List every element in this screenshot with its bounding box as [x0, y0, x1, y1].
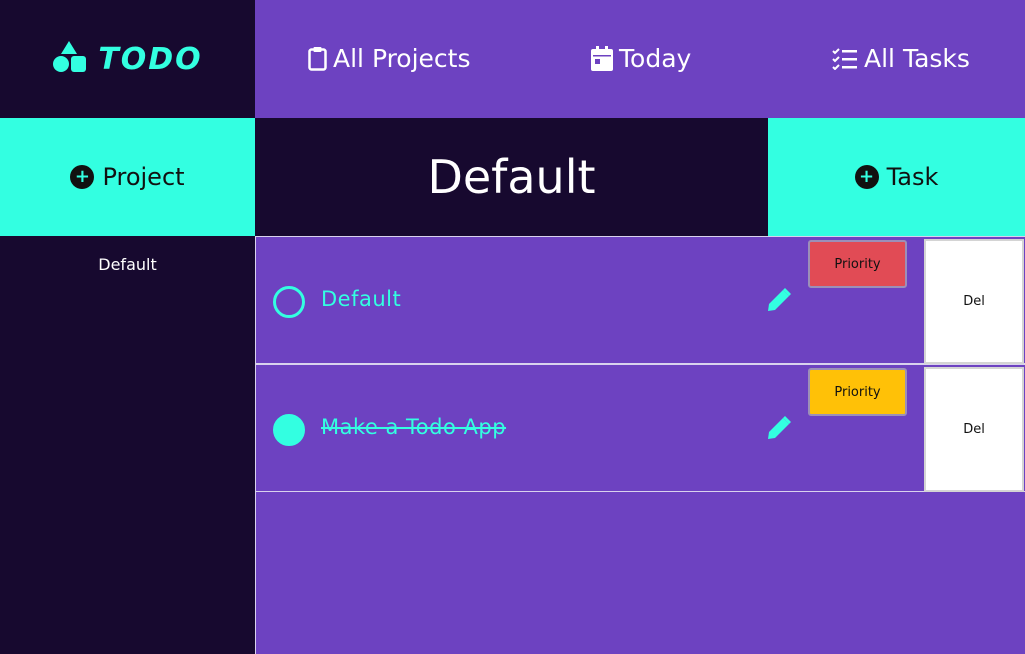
- page-title: Default: [427, 150, 596, 204]
- calendar-icon: [591, 46, 613, 71]
- priority-button[interactable]: Priority: [808, 240, 907, 288]
- logo-text: TODO: [98, 41, 203, 77]
- plus-circle-icon: +: [70, 165, 95, 189]
- task-title: Default: [321, 287, 402, 311]
- task-checkbox[interactable]: [273, 286, 305, 318]
- nav-today[interactable]: Today: [591, 44, 691, 73]
- nav-today-label: Today: [619, 44, 692, 73]
- logo: TODO: [0, 0, 255, 118]
- add-task-label: Task: [886, 163, 939, 191]
- sidebar: TODO + Project Default: [0, 0, 255, 654]
- clipboard-icon: [308, 46, 327, 71]
- task-checkbox[interactable]: [273, 414, 305, 446]
- nav-all-projects[interactable]: All Projects: [308, 44, 471, 73]
- add-project-label: Project: [102, 163, 185, 191]
- project-title-box: Default: [255, 118, 768, 236]
- project-list: Default: [0, 236, 255, 292]
- delete-button[interactable]: Del: [924, 239, 1024, 364]
- shapes-logo-icon: [52, 41, 87, 77]
- delete-button[interactable]: Del: [924, 367, 1024, 492]
- add-task-button[interactable]: + Task: [768, 118, 1025, 236]
- nav-all-tasks-label: All Tasks: [864, 44, 970, 73]
- top-nav: All Projects Today All Tasks: [255, 0, 1025, 118]
- plus-circle-icon: +: [854, 165, 879, 189]
- checklist-icon: [832, 47, 858, 70]
- nav-all-projects-label: All Projects: [333, 44, 471, 73]
- pencil-icon[interactable]: [766, 415, 792, 445]
- task-row: Make a Todo App Priority Del: [256, 364, 1025, 492]
- task-list: Default Priority Del Make a Todo App Pri…: [255, 236, 1025, 654]
- priority-button[interactable]: Priority: [808, 368, 907, 416]
- task-row: Default Priority Del: [256, 236, 1025, 364]
- pencil-icon[interactable]: [766, 287, 792, 317]
- add-project-button[interactable]: + Project: [0, 118, 255, 236]
- nav-all-tasks[interactable]: All Tasks: [832, 44, 970, 73]
- sidebar-item-default[interactable]: Default: [0, 236, 255, 292]
- task-title: Make a Todo App: [321, 415, 507, 439]
